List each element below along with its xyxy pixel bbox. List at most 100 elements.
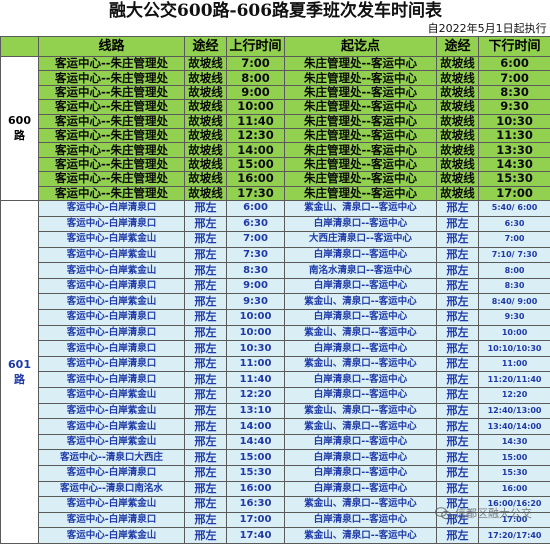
up-time-cell: 11:00 bbox=[227, 356, 285, 372]
up-time-cell: 15:00 bbox=[227, 450, 285, 466]
up-time-cell: 12:20 bbox=[227, 388, 285, 404]
down-time-cell: 11:30 bbox=[479, 128, 550, 142]
line-cell: 客运中心-白岸清泉口 bbox=[39, 216, 185, 232]
down-time-cell: 12:40/13:00 bbox=[479, 403, 550, 419]
down-time-cell: 17:20/17:40 bbox=[479, 528, 550, 544]
down-time-cell: 13:30 bbox=[479, 143, 550, 157]
up-time-cell: 16:00 bbox=[227, 481, 285, 497]
table-row: 客运中心--清泉口南洺水邢左16:00白岸清泉口--客运中心邢左16:00 bbox=[1, 481, 550, 497]
line-cell: 客运中心-白岸紫金山 bbox=[39, 434, 185, 450]
up-time-cell: 14:00 bbox=[227, 419, 285, 435]
stops-cell: 白岸清泉口--客运中心 bbox=[285, 310, 437, 326]
down-time-cell: 8:00 bbox=[479, 263, 550, 279]
up-time-cell: 16:00 bbox=[227, 172, 285, 186]
via-down-cell: 故坡线 bbox=[437, 186, 479, 200]
route-label: 601 路 bbox=[1, 200, 39, 543]
table-row: 客运中心-白岸清泉口邢左10:30白岸清泉口--客运中心邢左10:10/10:3… bbox=[1, 341, 550, 357]
line-cell: 客运中心-白岸紫金山 bbox=[39, 497, 185, 513]
via-down-cell: 邢左 bbox=[437, 528, 479, 544]
table-row: 客运中心-白岸清泉口邢左11:40白岸清泉口--客运中心邢左11:20/11:4… bbox=[1, 372, 550, 388]
stops-cell: 大西庄清泉口--客运中心 bbox=[285, 232, 437, 248]
up-time-cell: 10:00 bbox=[227, 325, 285, 341]
via-down-cell: 故坡线 bbox=[437, 114, 479, 128]
table-row: 客运中心--朱庄管理处故坡线15:00朱庄管理处--客运中心故坡线14:30 bbox=[1, 157, 550, 171]
line-cell: 客运中心-白岸清泉口 bbox=[39, 325, 185, 341]
line-cell: 客运中心-白岸清泉口 bbox=[39, 278, 185, 294]
header-stops: 起讫点 bbox=[285, 37, 437, 57]
line-cell: 客运中心--清泉口南洺水 bbox=[39, 481, 185, 497]
line-cell: 客运中心-白岸清泉口 bbox=[39, 372, 185, 388]
up-time-cell: 9:00 bbox=[227, 278, 285, 294]
via-up-cell: 故坡线 bbox=[185, 172, 227, 186]
line-cell: 客运中心--朱庄管理处 bbox=[39, 57, 185, 71]
line-cell: 客运中心--朱庄管理处 bbox=[39, 85, 185, 99]
stops-cell: 白岸清泉口--客运中心 bbox=[285, 341, 437, 357]
via-up-cell: 邢左 bbox=[185, 450, 227, 466]
via-up-cell: 邢左 bbox=[185, 247, 227, 263]
up-time-cell: 14:00 bbox=[227, 143, 285, 157]
table-row: 客运中心--朱庄管理处故坡线10:00朱庄管理处--客运中心故坡线9:30 bbox=[1, 100, 550, 114]
stops-cell: 朱庄管理处--客运中心 bbox=[285, 71, 437, 85]
down-time-cell: 15:30 bbox=[479, 172, 550, 186]
via-up-cell: 邢左 bbox=[185, 512, 227, 528]
stops-cell: 紫金山、清泉口--客运中心 bbox=[285, 200, 437, 216]
up-time-cell: 8:30 bbox=[227, 263, 285, 279]
up-time-cell: 17:30 bbox=[227, 186, 285, 200]
via-up-cell: 邢左 bbox=[185, 294, 227, 310]
via-up-cell: 邢左 bbox=[185, 388, 227, 404]
watermark-text: 信都区融大公交 bbox=[455, 505, 532, 521]
via-down-cell: 故坡线 bbox=[437, 57, 479, 71]
via-up-cell: 邢左 bbox=[185, 341, 227, 357]
via-up-cell: 邢左 bbox=[185, 356, 227, 372]
header-row: 线路 途经 上行时间 起讫点 途经 下行时间 bbox=[1, 37, 550, 57]
line-cell: 客运中心--朱庄管理处 bbox=[39, 100, 185, 114]
via-down-cell: 邢左 bbox=[437, 419, 479, 435]
via-down-cell: 邢左 bbox=[437, 325, 479, 341]
table-row: 客运中心--朱庄管理处故坡线17:30朱庄管理处--客运中心故坡线17:00 bbox=[1, 186, 550, 200]
stops-cell: 朱庄管理处--客运中心 bbox=[285, 172, 437, 186]
via-down-cell: 邢左 bbox=[437, 372, 479, 388]
via-up-cell: 邢左 bbox=[185, 372, 227, 388]
stops-cell: 白岸清泉口--客运中心 bbox=[285, 278, 437, 294]
line-cell: 客运中心-白岸清泉口 bbox=[39, 200, 185, 216]
stops-cell: 朱庄管理处--客运中心 bbox=[285, 57, 437, 71]
timetable: 融大公交600路-606路夏季班次发车时间表 自2022年5月1日起执行 线路 … bbox=[0, 0, 550, 544]
line-cell: 客运中心-白岸紫金山 bbox=[39, 232, 185, 248]
table-row: 客运中心--朱庄管理处故坡线12:30朱庄管理处--客运中心故坡线11:30 bbox=[1, 128, 550, 142]
line-cell: 客运中心--朱庄管理处 bbox=[39, 71, 185, 85]
up-time-cell: 15:30 bbox=[227, 466, 285, 482]
table-row: 客运中心-白岸紫金山邢左7:30白岸清泉口--客运中心邢左7:10/ 7:30 bbox=[1, 247, 550, 263]
header-via-up: 途经 bbox=[185, 37, 227, 57]
up-time-cell: 10:00 bbox=[227, 310, 285, 326]
table-row: 客运中心-白岸清泉口邢左9:00白岸清泉口--客运中心邢左8:30 bbox=[1, 278, 550, 294]
line-cell: 客运中心-白岸紫金山 bbox=[39, 528, 185, 544]
down-time-cell: 15:00 bbox=[479, 450, 550, 466]
line-cell: 客运中心-白岸清泉口 bbox=[39, 512, 185, 528]
via-down-cell: 故坡线 bbox=[437, 85, 479, 99]
table-row: 客运中心-白岸紫金山邢左8:30南洺水清泉口--客运中心邢左8:00 bbox=[1, 263, 550, 279]
up-time-cell: 15:00 bbox=[227, 157, 285, 171]
via-down-cell: 邢左 bbox=[437, 341, 479, 357]
via-up-cell: 故坡线 bbox=[185, 157, 227, 171]
via-up-cell: 故坡线 bbox=[185, 186, 227, 200]
via-up-cell: 故坡线 bbox=[185, 143, 227, 157]
header-up-time: 上行时间 bbox=[227, 37, 285, 57]
down-time-cell: 13:40/14:00 bbox=[479, 419, 550, 435]
stops-cell: 白岸清泉口--客运中心 bbox=[285, 466, 437, 482]
via-down-cell: 故坡线 bbox=[437, 100, 479, 114]
up-time-cell: 17:00 bbox=[227, 512, 285, 528]
table-row: 客运中心-白岸紫金山邢左13:10紫金山、清泉口--客运中心邢左12:40/13… bbox=[1, 403, 550, 419]
line-cell: 客运中心-白岸紫金山 bbox=[39, 247, 185, 263]
down-time-cell: 7:00 bbox=[479, 71, 550, 85]
up-time-cell: 14:40 bbox=[227, 434, 285, 450]
line-cell: 客运中心--清泉口大西庄 bbox=[39, 450, 185, 466]
stops-cell: 白岸清泉口--客运中心 bbox=[285, 216, 437, 232]
via-down-cell: 邢左 bbox=[437, 278, 479, 294]
up-time-cell: 7:00 bbox=[227, 57, 285, 71]
via-up-cell: 邢左 bbox=[185, 263, 227, 279]
table-row: 客运中心-白岸清泉口邢左6:30白岸清泉口--客运中心邢左6:30 bbox=[1, 216, 550, 232]
down-time-cell: 17:00 bbox=[479, 186, 550, 200]
via-up-cell: 邢左 bbox=[185, 325, 227, 341]
via-down-cell: 邢左 bbox=[437, 403, 479, 419]
stops-cell: 白岸清泉口--客运中心 bbox=[285, 481, 437, 497]
